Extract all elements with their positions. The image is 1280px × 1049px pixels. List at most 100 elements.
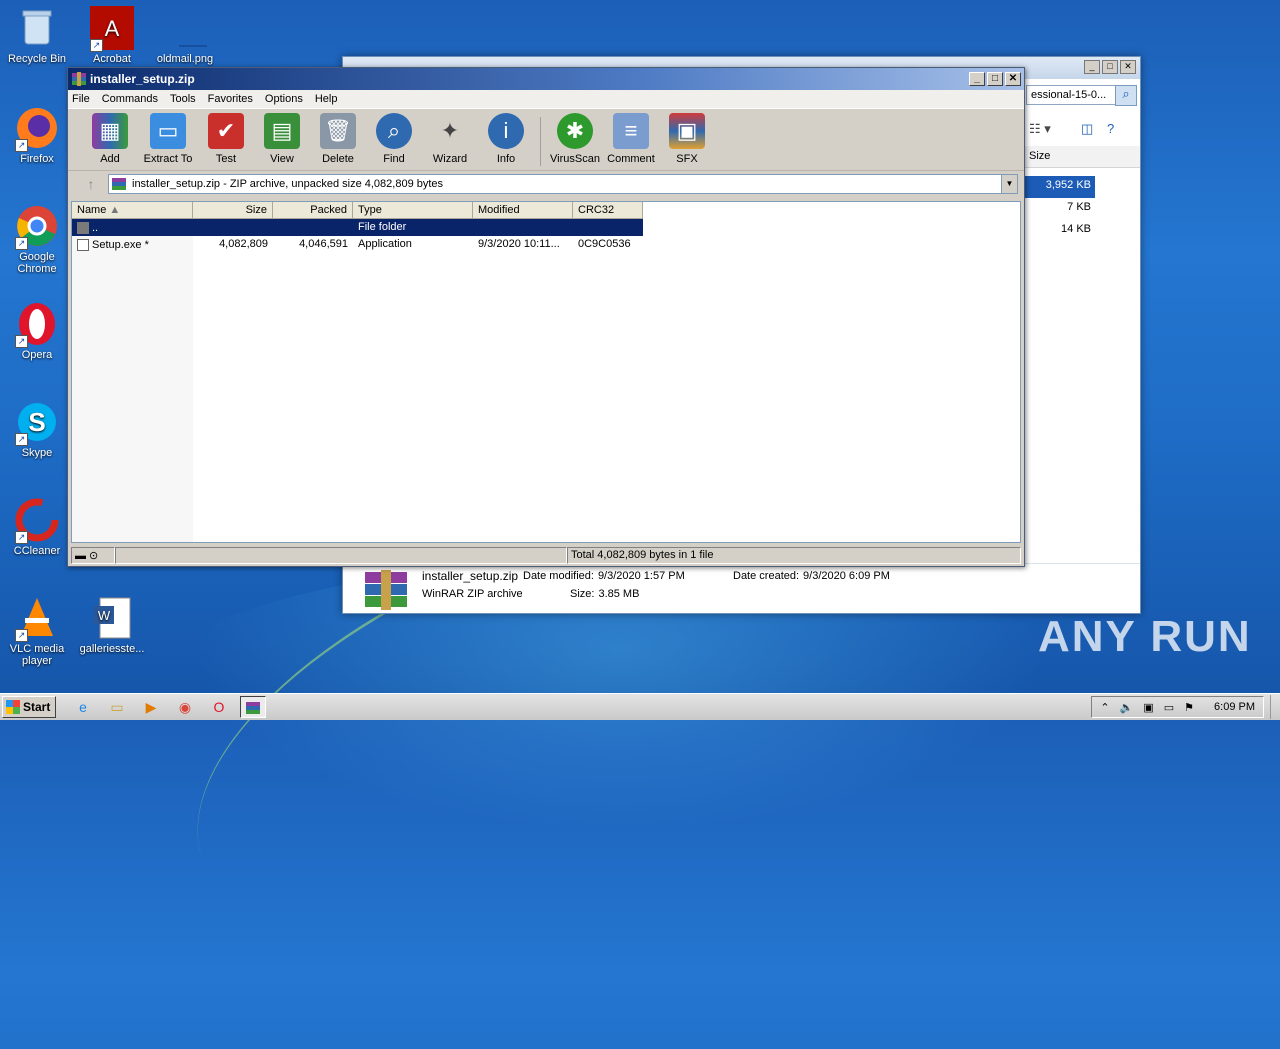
parent-folder-icon — [77, 221, 89, 234]
add-archive-icon: ▦ — [92, 113, 128, 149]
column-header-size[interactable]: Size — [193, 202, 273, 219]
desktop-icon-oldmail[interactable]: oldmail.png — [148, 6, 222, 65]
menu-bar: File Commands Tools Favorites Options He… — [68, 90, 1024, 108]
volume-icon[interactable]: 🔈 — [1120, 701, 1134, 714]
desktop-icon-label: Google Chrome — [17, 251, 57, 275]
maximize-button[interactable]: □ — [987, 72, 1003, 86]
opera-taskbar-icon[interactable]: O — [206, 696, 232, 718]
search-icon[interactable]: ⌕ — [1115, 85, 1137, 106]
cell-name: .. — [72, 219, 193, 236]
winrar-titlebar[interactable]: installer_setup.zip _ □ ✕ — [68, 68, 1024, 90]
comment-button[interactable]: ≡ Comment — [603, 113, 659, 170]
close-button[interactable]: ✕ — [1120, 60, 1136, 74]
shortcut-arrow-icon: ↗ — [90, 39, 103, 52]
view-options-icon[interactable]: ☷ ▾ — [1029, 121, 1051, 137]
column-name-label: Name — [77, 204, 107, 216]
window-controls: _ □ ✕ — [969, 72, 1021, 86]
up-arrow-icon[interactable]: ↑ — [74, 176, 108, 192]
virusscan-button[interactable]: ✱ VirusScan — [547, 113, 603, 170]
winrar-window[interactable]: installer_setup.zip _ □ ✕ File Commands … — [67, 67, 1025, 567]
shortcut-arrow-icon: ↗ — [15, 335, 28, 348]
minimize-button[interactable]: _ — [1084, 60, 1100, 74]
delete-label: Delete — [322, 153, 354, 165]
add-button[interactable]: ▦ Add — [82, 113, 138, 170]
menu-tools[interactable]: Tools — [170, 93, 196, 105]
magic-wand-icon: ✦ — [432, 113, 468, 149]
explorer-folder-icon[interactable]: ▭ — [104, 696, 130, 718]
menu-options[interactable]: Options — [265, 93, 303, 105]
table-row[interactable]: .. File folder — [72, 219, 643, 236]
delete-button[interactable]: 🗑 Delete — [310, 113, 366, 170]
archive-path-field[interactable]: installer_setup.zip - ZIP archive, unpac… — [108, 173, 1018, 194]
table-row[interactable]: Setup.exe * 4,082,809 4,046,591 Applicat… — [72, 236, 643, 253]
start-button[interactable]: Start — [2, 696, 56, 718]
svg-text:A: A — [105, 16, 120, 41]
desktop-icon-chrome[interactable]: ↗ Google Chrome — [0, 204, 74, 275]
menu-file[interactable]: File — [72, 93, 90, 105]
chevron-down-icon[interactable]: ▼ — [1001, 174, 1017, 193]
extract-folder-icon: ▭ — [150, 113, 186, 149]
sfx-button[interactable]: ▣ SFX — [659, 113, 715, 170]
desktop-icon-firefox[interactable]: ↗ Firefox — [0, 106, 74, 165]
shortcut-arrow-icon: ↗ — [15, 531, 28, 544]
close-button[interactable]: ✕ — [1005, 72, 1021, 86]
view-book-icon: ▤ — [264, 113, 300, 149]
view-button[interactable]: ▤ View — [254, 113, 310, 170]
details-type: WinRAR ZIP archive — [422, 588, 523, 600]
info-button[interactable]: i Info — [478, 113, 534, 170]
desktop-icon-opera[interactable]: ↗ Opera — [0, 302, 74, 361]
find-button[interactable]: ⌕ Find — [366, 113, 422, 170]
archive-path-text: installer_setup.zip - ZIP archive, unpac… — [132, 177, 444, 190]
battery-icon[interactable]: ▭ — [1164, 701, 1174, 714]
desktop-icon-ccleaner[interactable]: ↗ CCleaner — [0, 498, 74, 557]
help-icon[interactable]: ? — [1107, 121, 1114, 136]
wizard-label: Wizard — [432, 153, 468, 165]
magnifier-icon: ⌕ — [376, 113, 412, 149]
column-header-modified[interactable]: Modified — [473, 202, 573, 219]
maximize-button[interactable]: □ — [1102, 60, 1118, 74]
column-header-size[interactable]: Size — [1023, 146, 1140, 168]
ie-icon[interactable]: e — [70, 696, 96, 718]
column-header-name[interactable]: Name ▲ — [72, 202, 193, 219]
row-name-text: Setup.exe * — [92, 238, 149, 251]
file-list[interactable]: Name ▲ Size Packed Type Modified CRC32 .… — [71, 201, 1021, 543]
desktop-icon-recycle-bin[interactable]: Recycle Bin — [0, 6, 74, 65]
tray-chevron-up-icon[interactable]: ⌃ — [1100, 701, 1109, 714]
menu-favorites[interactable]: Favorites — [208, 93, 253, 105]
test-button[interactable]: ✔ Test — [198, 113, 254, 170]
cell-type: Application — [358, 238, 412, 250]
menu-commands[interactable]: Commands — [102, 93, 158, 105]
show-desktop-button[interactable] — [1270, 695, 1280, 719]
trash-icon: 🗑 — [320, 113, 356, 149]
minimize-button[interactable]: _ — [969, 72, 985, 86]
desktop-icon-vlc[interactable]: ↗ VLC media player — [0, 596, 74, 667]
desktop-icon-label: CCleaner — [13, 545, 61, 557]
column-header-packed[interactable]: Packed — [273, 202, 353, 219]
clock[interactable]: 6:09 PM — [1214, 701, 1255, 713]
explorer-address-bar[interactable]: essional-15-0... — [1026, 85, 1121, 105]
exe-file-icon — [77, 238, 89, 251]
network-icon[interactable]: ▣ — [1143, 701, 1153, 714]
size-cell: 7 KB — [1067, 201, 1091, 213]
menu-help[interactable]: Help — [315, 93, 338, 105]
desktop-icon-label: Skype — [21, 447, 53, 459]
winrar-taskbar-icon[interactable] — [240, 696, 266, 718]
wizard-button[interactable]: ✦ Wizard — [422, 113, 478, 170]
sfx-box-icon: ▣ — [669, 113, 705, 149]
action-center-flag-icon[interactable]: ⚑ — [1184, 701, 1194, 714]
details-filename: installer_setup.zip — [422, 569, 519, 583]
drive-key-icon[interactable]: ▬ ⊙ — [71, 547, 115, 564]
preview-pane-icon[interactable]: ◫ — [1081, 121, 1093, 137]
shortcut-arrow-icon: ↗ — [15, 629, 28, 642]
desktop-icon-skype[interactable]: S ↗ Skype — [0, 400, 74, 459]
media-player-icon[interactable]: ▶ — [138, 696, 164, 718]
desktop-icon-acrobat[interactable]: A ↗ Acrobat — [75, 6, 149, 65]
desktop-icon-galleriesste[interactable]: W galleriesste... — [75, 596, 149, 655]
column-header-type[interactable]: Type — [353, 202, 473, 219]
extract-to-button[interactable]: ▭ Extract To — [138, 113, 198, 170]
chrome-taskbar-icon[interactable]: ◉ — [172, 696, 198, 718]
column-header-crc32[interactable]: CRC32 — [573, 202, 643, 219]
anyrun-watermark: ANY RUN — [1038, 612, 1252, 661]
find-label: Find — [383, 153, 405, 165]
path-bar: ↑ installer_setup.zip - ZIP archive, unp… — [68, 170, 1024, 196]
